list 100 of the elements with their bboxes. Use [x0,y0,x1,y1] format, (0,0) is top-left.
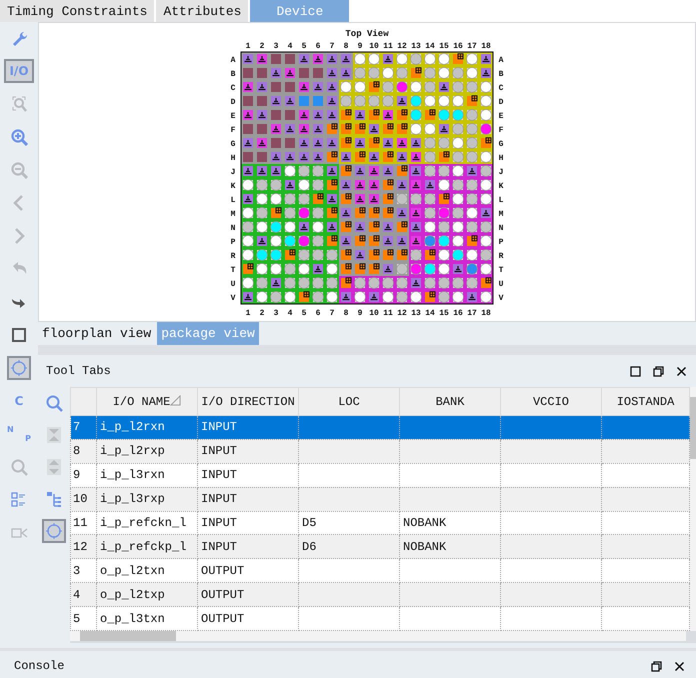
package-pin[interactable] [381,248,395,262]
package-pin[interactable] [283,248,297,262]
package-pin[interactable] [479,122,493,136]
package-pin[interactable] [297,290,311,304]
package-pin[interactable] [451,290,465,304]
package-pin[interactable] [465,94,479,108]
package-pin[interactable] [479,164,493,178]
column-header[interactable]: I/O NAME [96,388,198,416]
table-row[interactable]: 10 i_p_l3rxp INPUT [70,487,690,512]
package-pin[interactable] [409,52,423,66]
package-pin[interactable] [395,52,409,66]
package-pin[interactable] [339,108,353,122]
scrollbar-thumb[interactable] [80,631,176,641]
package-pin[interactable] [283,52,297,66]
package-pin[interactable] [241,290,255,304]
column-header[interactable]: IOSTANDA [602,388,690,416]
package-pin[interactable] [255,164,269,178]
package-pin[interactable] [437,52,451,66]
package-pin[interactable] [325,80,339,94]
package-pin[interactable] [437,192,451,206]
package-pin[interactable] [479,234,493,248]
package-pin[interactable] [367,206,381,220]
package-pin[interactable] [437,80,451,94]
package-pin[interactable] [325,150,339,164]
package-pin[interactable] [367,122,381,136]
package-pin[interactable] [367,192,381,206]
package-pin[interactable] [451,52,465,66]
package-pin[interactable] [395,206,409,220]
package-pin[interactable] [339,122,353,136]
package-pin[interactable] [269,164,283,178]
package-pin[interactable] [255,136,269,150]
close-icon[interactable] [675,364,688,378]
package-pin[interactable] [241,234,255,248]
package-pin[interactable] [297,80,311,94]
package-pin[interactable] [311,150,325,164]
package-pin[interactable] [269,290,283,304]
package-pin[interactable] [339,66,353,80]
package-pin[interactable] [255,290,269,304]
package-pin[interactable] [367,262,381,276]
package-pin[interactable] [395,150,409,164]
package-pin[interactable] [353,192,367,206]
package-pin[interactable] [479,66,493,80]
package-pin[interactable] [479,290,493,304]
package-pin[interactable] [311,80,325,94]
package-pin[interactable] [241,220,255,234]
package-pin[interactable] [367,80,381,94]
package-pin[interactable] [311,108,325,122]
package-pin[interactable] [479,150,493,164]
package-pin[interactable] [311,136,325,150]
package-pin[interactable] [395,164,409,178]
package-pin[interactable] [353,248,367,262]
package-pin[interactable] [409,290,423,304]
package-pin[interactable] [367,234,381,248]
package-pin[interactable] [283,150,297,164]
package-pin[interactable] [297,150,311,164]
package-pin[interactable] [269,206,283,220]
package-pin[interactable] [381,220,395,234]
search-icon[interactable] [45,394,63,412]
package-pin[interactable] [409,136,423,150]
package-pin[interactable] [367,108,381,122]
package-pin[interactable] [479,220,493,234]
table-row[interactable]: 7 i_p_l2rxn INPUT [70,416,690,440]
package-pin[interactable] [241,108,255,122]
package-pin[interactable] [409,66,423,80]
restore-icon[interactable] [652,364,665,378]
package-pin[interactable] [325,178,339,192]
package-pin[interactable] [325,52,339,66]
package-pin[interactable] [241,206,255,220]
package-pin[interactable] [339,192,353,206]
package-pin[interactable] [255,80,269,94]
restore-icon[interactable] [650,660,663,672]
package-pin[interactable] [381,122,395,136]
package-pin[interactable] [339,248,353,262]
package-pin[interactable] [325,164,339,178]
package-pin[interactable] [465,52,479,66]
package-pin[interactable] [395,234,409,248]
package-pin[interactable] [353,108,367,122]
package-pin[interactable] [479,178,493,192]
package-pin[interactable] [437,150,451,164]
package-pin[interactable] [325,290,339,304]
package-pin[interactable] [479,94,493,108]
tab[interactable]: Attributes [156,0,248,22]
package-pin[interactable] [255,234,269,248]
package-pin[interactable] [325,220,339,234]
package-pin[interactable] [325,234,339,248]
table-row[interactable]: 4 o_p_l2txp OUTPUT [70,582,690,607]
package-pin[interactable] [339,206,353,220]
package-pin[interactable] [381,136,395,150]
package-pin[interactable] [409,150,423,164]
package-pin[interactable] [325,66,339,80]
package-pin[interactable] [353,220,367,234]
column-header[interactable]: LOC [298,388,400,416]
package-pin[interactable] [241,248,255,262]
package-pin[interactable] [283,94,297,108]
table-row[interactable]: 8 i_p_l2rxp INPUT [70,439,690,464]
package-pin[interactable] [283,178,297,192]
package-pin[interactable] [269,52,283,66]
package-pin[interactable] [381,290,395,304]
package-pin[interactable] [339,150,353,164]
package-pin[interactable] [241,80,255,94]
